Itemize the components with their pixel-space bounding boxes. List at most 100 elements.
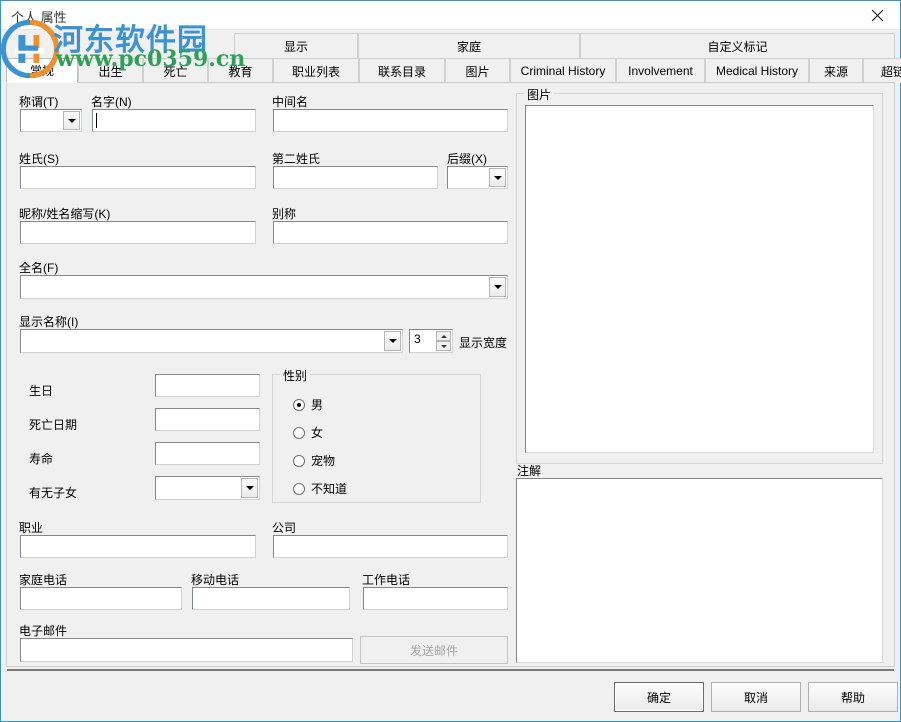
nickname-label: 昵称/姓名缩写(K): [19, 205, 110, 222]
email-label: 电子邮件: [19, 622, 67, 639]
radio-icon: [293, 455, 305, 467]
tab-medical-history[interactable]: Medical History: [705, 58, 809, 83]
alias-label: 别称: [272, 205, 296, 222]
tab-label: Involvement: [628, 64, 693, 78]
mobile-phone-label: 移动电话: [191, 571, 239, 588]
note-textarea[interactable]: [516, 478, 883, 663]
display-width-stepper[interactable]: 3: [409, 329, 453, 353]
tab-来源[interactable]: 来源: [809, 58, 863, 83]
company-input[interactable]: [273, 535, 508, 558]
suffix-combo[interactable]: [447, 166, 508, 189]
tab-label: 超链接: [881, 63, 901, 80]
tab-职业列表[interactable]: 职业列表: [273, 58, 359, 83]
tab-联系目录[interactable]: 联系目录: [359, 58, 445, 83]
given-name-label: 名字(N): [91, 93, 132, 110]
surname-label: 姓氏(S): [19, 150, 59, 167]
tab-图片[interactable]: 图片: [445, 58, 510, 83]
tab-label: 来源: [824, 63, 848, 80]
mobile-phone-input[interactable]: [192, 587, 350, 610]
chevron-down-icon[interactable]: [384, 331, 401, 351]
work-phone-input[interactable]: [363, 587, 508, 610]
note-label: 注解: [517, 462, 541, 479]
tab-显示[interactable]: 显示: [234, 33, 358, 58]
tab-label: 显示: [284, 38, 308, 55]
chevron-down-icon[interactable]: [489, 277, 506, 297]
middle-name-input[interactable]: [273, 109, 508, 132]
tab-label: 自定义标记: [707, 38, 767, 55]
picture-preview[interactable]: [525, 105, 874, 453]
tab-label: 联系目录: [378, 63, 426, 80]
chevron-down-icon[interactable]: [489, 168, 506, 187]
tab-死亡[interactable]: 死亡: [143, 58, 208, 83]
email-input[interactable]: [20, 638, 353, 662]
tab-criminal-history[interactable]: Criminal History: [510, 58, 616, 83]
radio-icon: [293, 427, 305, 439]
gender-option-pet[interactable]: 宠物: [293, 452, 335, 469]
tab-strip: 显示 家庭 自定义标记 常规 出生 死亡 教育 职业列表 联系目录 图片 Criminal His…: [6, 33, 895, 83]
send-mail-button[interactable]: 发送邮件: [360, 636, 508, 664]
close-icon[interactable]: [854, 1, 900, 30]
work-phone-label: 工作电话: [362, 571, 410, 588]
tab-label: 教育: [228, 63, 252, 80]
displayname-combo[interactable]: [20, 329, 403, 353]
gender-option-female[interactable]: 女: [293, 424, 323, 441]
tab-label: 死亡: [163, 63, 187, 80]
birthday-input[interactable]: [155, 374, 260, 397]
middle-name-label: 中间名: [272, 93, 308, 110]
tab-label: 出生: [98, 63, 122, 80]
ok-button[interactable]: 确定: [614, 682, 704, 712]
suffix-label: 后缀(X): [447, 150, 487, 167]
tab-出生[interactable]: 出生: [78, 58, 143, 83]
birthday-label: 生日: [29, 382, 53, 399]
radio-icon: [293, 399, 305, 411]
occupation-input[interactable]: [20, 535, 256, 558]
second-surname-input[interactable]: [273, 166, 438, 189]
occupation-label: 职业: [19, 519, 43, 536]
tab-label: Criminal History: [521, 64, 606, 78]
stepper-down-icon[interactable]: [436, 341, 451, 351]
death-date-input[interactable]: [155, 408, 260, 431]
fullname-label: 全名(F): [19, 259, 58, 276]
tab-label: 图片: [465, 63, 489, 80]
displayname-label: 显示名称(I): [19, 313, 78, 330]
tab-label: 家庭: [457, 38, 481, 55]
home-phone-input[interactable]: [20, 587, 182, 610]
tab-label: 常规: [30, 62, 54, 79]
gender-option-label: 不知道: [311, 480, 347, 497]
title-field-label: 称谓(T): [19, 93, 58, 110]
cancel-button[interactable]: 取消: [711, 682, 801, 712]
help-button[interactable]: 帮助: [808, 682, 898, 712]
stepper-up-icon[interactable]: [436, 331, 451, 341]
window-title: 个人 属性: [11, 7, 67, 26]
gender-option-male[interactable]: 男: [293, 396, 323, 413]
gender-option-unknown[interactable]: 不知道: [293, 480, 347, 497]
chevron-down-icon[interactable]: [241, 478, 258, 498]
given-name-input[interactable]: [92, 109, 256, 132]
surname-input[interactable]: [20, 166, 256, 189]
picture-groupbox: 图片: [516, 93, 883, 464]
tab-involvement[interactable]: Involvement: [616, 58, 705, 83]
alias-input[interactable]: [273, 221, 508, 244]
lifespan-input[interactable]: [155, 442, 260, 465]
title-combo[interactable]: [20, 109, 82, 132]
tab-家庭[interactable]: 家庭: [358, 33, 580, 58]
has-children-label: 有无子女: [29, 484, 77, 501]
stepper-buttons[interactable]: [436, 331, 451, 351]
has-children-combo[interactable]: [155, 476, 260, 500]
picture-group-label: 图片: [524, 86, 554, 103]
radio-icon: [293, 483, 305, 495]
tab-label: 职业列表: [292, 63, 340, 80]
title-bar: 个人 属性: [1, 0, 900, 30]
tab-超链接[interactable]: 超链接: [863, 58, 901, 83]
fullname-combo[interactable]: [20, 275, 508, 299]
tab-自定义标记[interactable]: 自定义标记: [580, 33, 895, 58]
gender-option-label: 男: [311, 396, 323, 413]
footer-bar: 确定 取消 帮助: [1, 671, 900, 721]
display-width-value: 3: [414, 332, 421, 346]
chevron-down-icon[interactable]: [63, 111, 80, 130]
nickname-input[interactable]: [20, 221, 256, 244]
tab-label: Medical History: [716, 64, 798, 78]
tab-常规[interactable]: 常规: [6, 58, 78, 83]
tab-教育[interactable]: 教育: [208, 58, 273, 83]
tab-row-upper: 显示 家庭 自定义标记: [6, 33, 895, 58]
